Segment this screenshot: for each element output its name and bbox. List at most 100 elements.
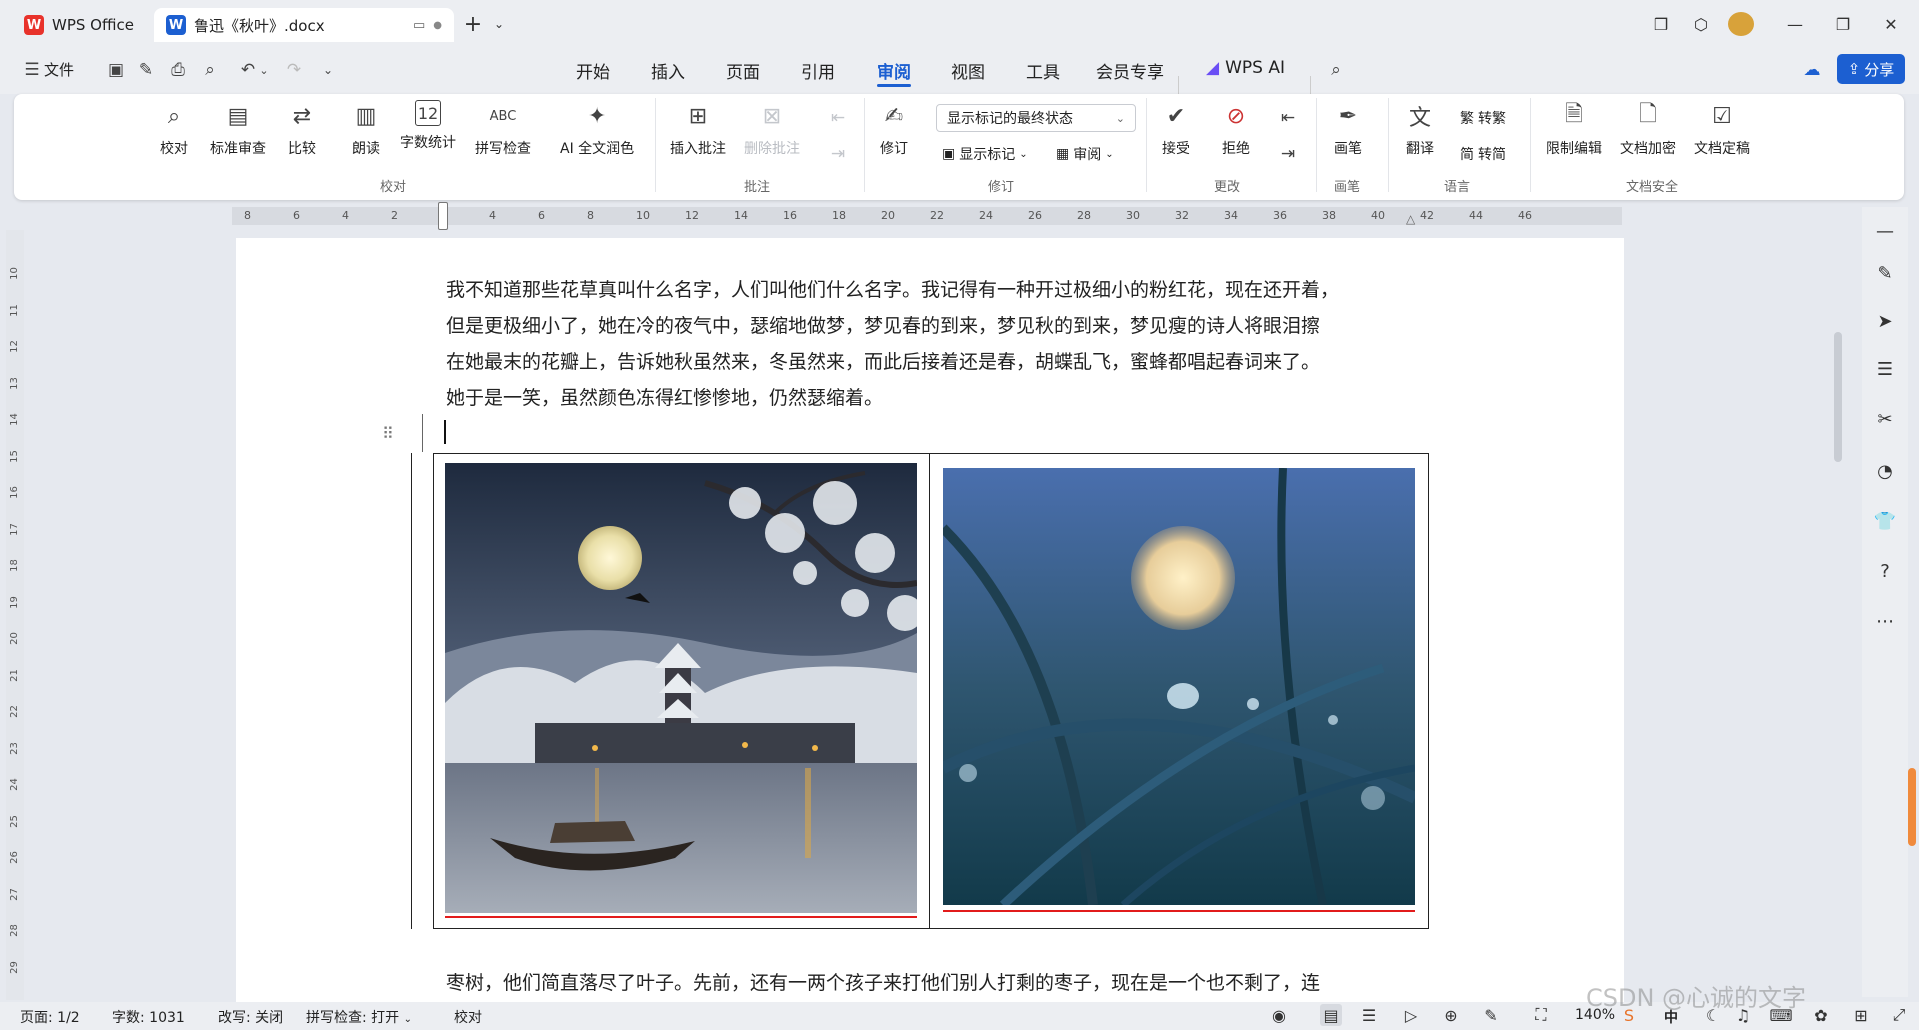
accept-button[interactable]: ✔ 接受: [1160, 100, 1192, 158]
next-comment-icon[interactable]: ⇥: [826, 142, 850, 166]
sogou-ime-icon[interactable]: S: [1618, 1004, 1640, 1026]
paragraph-2[interactable]: 枣树，他们简直落尽了叶子。先前，还有一两个孩子来打他们别人打剩的枣子，现在是一个…: [446, 965, 1421, 1001]
menu-member[interactable]: 会员专享: [1096, 58, 1164, 83]
finalize-document-button[interactable]: ☑ 文档定稿: [1694, 100, 1750, 158]
shirt-icon[interactable]: 👕: [1872, 508, 1898, 534]
chevron-down-icon[interactable]: ⌄: [486, 12, 512, 36]
screen-icon[interactable]: ▭: [413, 18, 425, 33]
standard-review-button[interactable]: ▤ 标准审查: [210, 100, 266, 158]
proof-status[interactable]: 校对: [454, 1007, 482, 1027]
moon-punct-icon[interactable]: ☾: [1702, 1004, 1724, 1026]
vertical-scrollbar[interactable]: [1834, 332, 1842, 462]
read-aloud-button[interactable]: ▥ 朗读: [350, 100, 382, 158]
tab-document[interactable]: W 鲁迅《秋叶》.docx ▭ ●: [154, 8, 454, 42]
ruler-tick-label: 22: [8, 705, 20, 718]
paragraph-1[interactable]: 我不知道那些花草真叫什么名字，人们叫他们什么名字。我记得有一种开过极细小的粉红花…: [446, 272, 1421, 416]
reject-button[interactable]: ⊘ 拒绝: [1220, 100, 1252, 158]
proofread-button[interactable]: ⌕ 校对: [158, 100, 190, 158]
play-icon[interactable]: ▷: [1400, 1004, 1422, 1026]
menu-tools[interactable]: 工具: [1026, 58, 1060, 83]
print-icon[interactable]: ⎙: [166, 58, 190, 82]
menu-review[interactable]: 审阅: [877, 58, 911, 83]
format-painter-icon[interactable]: ✎: [134, 58, 158, 82]
spell-check-status[interactable]: 拼写检查: 打开 ⌄: [306, 1007, 412, 1027]
insert-comment-button[interactable]: ⊞ 插入批注: [670, 100, 726, 158]
compare-button[interactable]: ⇄ 比较: [286, 100, 318, 158]
word-count[interactable]: 字数: 1031: [112, 1007, 185, 1027]
print-preview-icon[interactable]: ⌕: [198, 58, 222, 82]
previous-comment-icon[interactable]: ⇤: [826, 106, 850, 130]
track-changes-button[interactable]: ✍ 修订: [878, 100, 910, 158]
more-icon[interactable]: ⋯: [1872, 608, 1898, 634]
quick-access-dropdown-icon[interactable]: ⌄: [316, 58, 340, 82]
encrypt-document-button[interactable]: 🗋 文档加密: [1620, 100, 1676, 158]
search-icon[interactable]: ⌕: [1324, 58, 1348, 82]
restore-icon[interactable]: ❐: [1830, 12, 1856, 36]
translate-button[interactable]: 文翻译: [1404, 100, 1436, 158]
menu-view[interactable]: 视图: [951, 58, 985, 83]
delete-comment-button[interactable]: ⊠ 删除批注: [744, 100, 800, 158]
window-layout-icon[interactable]: ❒: [1648, 12, 1674, 36]
save-icon[interactable]: ▣: [104, 58, 128, 82]
page-indicator[interactable]: 页面: 1/2: [20, 1007, 80, 1027]
menu-page[interactable]: 页面: [726, 58, 760, 83]
spell-check-button[interactable]: ABC 拼写检查: [475, 100, 531, 158]
cube-icon[interactable]: ⬡: [1688, 12, 1714, 36]
ai-polish-button[interactable]: ✦ AI 全文润色: [560, 100, 634, 158]
pen-button[interactable]: ✒ 画笔: [1332, 100, 1364, 158]
image-dewdrop-moon[interactable]: [943, 468, 1415, 905]
show-markup-button[interactable]: ▣ 显示标记 ⌄: [942, 144, 1028, 164]
ruler-tick-label: 11: [8, 303, 20, 317]
edit-icon[interactable]: ✎: [1872, 260, 1898, 286]
pen-mode-icon[interactable]: ✎: [1480, 1004, 1502, 1026]
keyboard-icon[interactable]: ⌨: [1769, 1004, 1792, 1026]
cloud-upload-icon[interactable]: ☁: [1800, 58, 1824, 82]
page-view-icon[interactable]: ▤: [1320, 1004, 1342, 1026]
ai-chart-icon[interactable]: ◔: [1872, 458, 1898, 484]
restrict-editing-button[interactable]: 🗎 限制编辑: [1546, 100, 1602, 158]
next-change-icon[interactable]: ⇥: [1276, 142, 1300, 166]
markup-state-dropdown[interactable]: 显示标记的最终状态 ⌄: [936, 104, 1136, 132]
side-panel-handle[interactable]: [1908, 768, 1916, 846]
grid-icon[interactable]: ⊞: [1850, 1004, 1872, 1026]
menu-reference[interactable]: 引用: [801, 58, 835, 83]
right-indent-marker[interactable]: △: [1406, 212, 1415, 226]
undo-dropdown-icon[interactable]: ⌄: [252, 58, 276, 82]
select-cursor-icon[interactable]: ➤: [1872, 308, 1898, 334]
expand-icon[interactable]: ⤢: [1888, 1004, 1910, 1026]
encrypt-icon: 🗋: [1639, 102, 1657, 127]
hamburger-icon[interactable]: ☰: [20, 58, 44, 82]
menu-wps-ai[interactable]: ◢ WPS AI: [1206, 58, 1285, 78]
menu-insert[interactable]: 插入: [651, 58, 685, 83]
adjust-icon[interactable]: ☰: [1872, 356, 1898, 382]
eye-icon[interactable]: ◉: [1268, 1004, 1290, 1026]
review-pane-button[interactable]: ▦ 审阅 ⌄: [1056, 144, 1114, 164]
new-tab-plus-icon[interactable]: +: [460, 12, 486, 37]
ime-mode[interactable]: 中: [1664, 1007, 1678, 1027]
file-menu[interactable]: 文件: [44, 59, 74, 80]
ruler-tick-label: 16: [783, 209, 797, 222]
previous-change-icon[interactable]: ⇤: [1276, 106, 1300, 130]
drag-handle-icon[interactable]: ⠿: [382, 424, 394, 443]
menu-home[interactable]: 开始: [576, 58, 610, 83]
tools-icon[interactable]: ✂: [1872, 406, 1898, 432]
tab-wps-office[interactable]: W WPS Office: [12, 8, 150, 42]
to-simplified-button[interactable]: 简转简: [1460, 144, 1506, 164]
word-count-button[interactable]: 12 字数统计: [400, 100, 456, 152]
minimize-icon[interactable]: —: [1782, 12, 1808, 36]
redo-icon[interactable]: ↷: [282, 58, 306, 82]
image-moonlit-lake[interactable]: [445, 463, 917, 913]
overwrite-status[interactable]: 改写: 关闭: [218, 1007, 283, 1027]
fit-page-icon[interactable]: ⛶: [1530, 1004, 1552, 1026]
to-traditional-button[interactable]: 繁转繁: [1460, 108, 1506, 128]
outline-view-icon[interactable]: ☰: [1358, 1004, 1380, 1026]
share-button[interactable]: ⇪ 分享: [1837, 54, 1905, 84]
web-view-icon[interactable]: ⊕: [1440, 1004, 1462, 1026]
skin-icon[interactable]: ✿: [1810, 1004, 1832, 1026]
left-indent-marker[interactable]: [438, 202, 448, 230]
avatar[interactable]: [1728, 12, 1754, 36]
close-icon[interactable]: ✕: [1878, 12, 1904, 36]
collapse-icon[interactable]: —: [1872, 218, 1898, 244]
mic-icon[interactable]: ♫: [1732, 1004, 1754, 1026]
help-icon[interactable]: ?: [1872, 558, 1898, 584]
